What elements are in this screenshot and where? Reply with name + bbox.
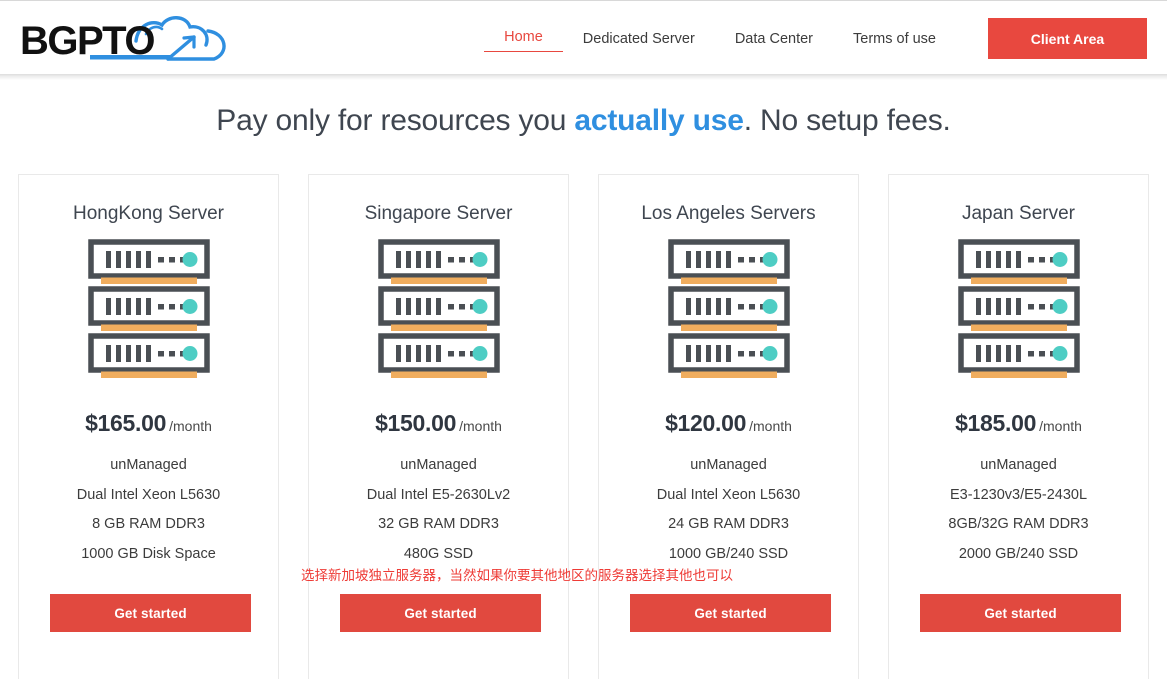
server-rack-icon [957, 239, 1080, 378]
plan-title: Singapore Server [364, 203, 513, 224]
plan-card: Singapore Server $150.00/month unManaged Du… [301, 174, 733, 679]
pricing-plans-row: HongKong Server $165.00/month unManaged Dua… [0, 138, 1167, 679]
page-headline: Pay only for resources you actually use.… [0, 80, 1167, 138]
plan-card: Los Angeles Servers $120.00/month unManage… [598, 174, 859, 679]
plan-spec-list: unManaged Dual Intel E5-2630Lv2 32 GB RAM … [309, 451, 568, 569]
plan-price-amount: $150.00 [375, 410, 457, 436]
plan-price: $185.00/month [955, 410, 1082, 437]
headline-text-after: . No setup fees. [743, 104, 951, 137]
bgpto-logo[interactable]: BGPTO [18, 13, 233, 65]
nav-link-data-center[interactable]: Data Center [715, 28, 833, 50]
plan-price: $120.00/month [665, 410, 792, 437]
nav-link-home[interactable]: Home [484, 26, 563, 52]
plan-title: HongKong Server [72, 203, 225, 224]
plan-price-period: /month [169, 418, 212, 434]
plan-price-period: /month [749, 418, 792, 434]
nav-link-terms-of-use[interactable]: Terms of use [833, 28, 956, 50]
plan-spec-item: unManaged [980, 457, 1057, 473]
plan-spec-item: unManaged [400, 457, 477, 473]
plan-spec-item: E3-1230v3/E5-2430L [949, 486, 1088, 503]
plan-spec-list: unManaged Dual Intel Xeon L5630 24 GB RAM … [599, 451, 858, 569]
plan-title: Los Angeles Servers [641, 203, 816, 224]
client-area-button[interactable]: Client Area [988, 18, 1147, 59]
plan-spec-item: unManaged [110, 457, 187, 473]
plan-spec-item: 32 GB RAM DDR3 [378, 516, 499, 533]
plan-spec-item: 480G SSD [403, 545, 474, 562]
plan-spec-item: 8GB/32G RAM DDR3 [948, 516, 1089, 533]
plan-price-period: /month [459, 418, 502, 434]
get-started-button[interactable]: Get started [920, 594, 1121, 632]
site-header: BGPTO Home Dedicated Server Data Center … [0, 3, 1167, 74]
plan-title: Japan Server [961, 203, 1075, 224]
svg-text:BGPTO: BGPTO [20, 19, 154, 63]
plan-spec-list: unManaged Dual Intel Xeon L5630 8 GB RAM D… [19, 451, 278, 569]
plan-price-amount: $120.00 [665, 410, 747, 436]
plan-spec-list: unManaged E3-1230v3/E5-2430L 8GB/32G RAM D… [889, 451, 1148, 569]
plan-spec-item: 8 GB RAM DDR3 [92, 516, 205, 533]
plan-spec-item: Dual Intel E5-2630Lv2 [366, 486, 511, 503]
plan-spec-item: 2000 GB/240 SSD [958, 545, 1079, 562]
plan-price-period: /month [1039, 418, 1082, 434]
plan-spec-item: unManaged [690, 457, 767, 473]
plan-spec-item: 24 GB RAM DDR3 [668, 516, 789, 533]
headline-text-before: Pay only for resources you [216, 104, 575, 137]
plan-card: HongKong Server $165.00/month unManaged Dua… [18, 174, 279, 679]
server-rack-icon [667, 239, 790, 378]
plan-spec-item: 1000 GB/240 SSD [668, 545, 789, 562]
get-started-button[interactable]: Get started [630, 594, 831, 632]
plan-price: $150.00/month [375, 410, 502, 437]
plan-card: Japan Server $185.00/month unManaged E3-123… [888, 174, 1149, 679]
plan-spec-item: Dual Intel Xeon L5630 [656, 486, 801, 503]
server-rack-icon [87, 239, 210, 378]
plan-spec-item: 1000 GB Disk Space [81, 545, 216, 562]
plan-price-amount: $165.00 [85, 410, 167, 436]
plan-price: $165.00/month [85, 410, 212, 437]
nav-link-dedicated-server[interactable]: Dedicated Server [563, 28, 715, 50]
main-nav: Home Dedicated Server Data Center Terms … [484, 18, 1147, 59]
get-started-button[interactable]: Get started [340, 594, 541, 632]
get-started-button[interactable]: Get started [50, 594, 251, 632]
plan-price-amount: $185.00 [955, 410, 1037, 436]
headline-accent: actually use [574, 104, 744, 137]
server-rack-icon [377, 239, 500, 378]
plan-spec-item: Dual Intel Xeon L5630 [76, 486, 221, 503]
